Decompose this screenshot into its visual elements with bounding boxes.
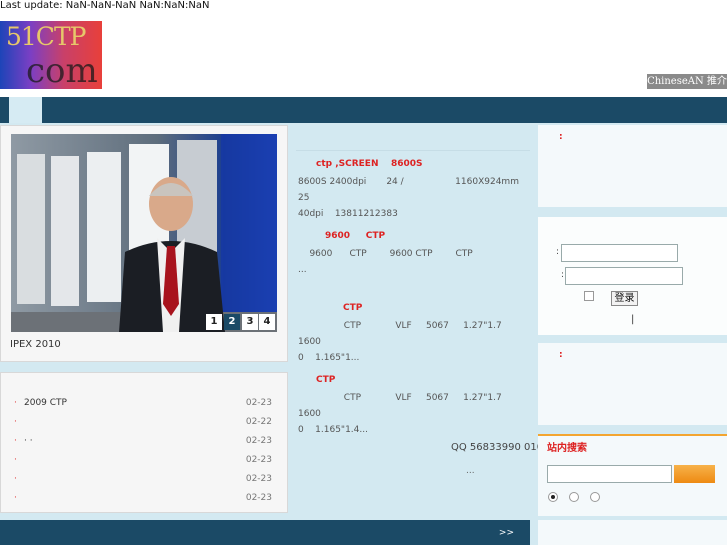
news-item[interactable]: · 2009 CTP 02-23 [14, 398, 272, 414]
language-button[interactable]: ChineseAN 推介 [647, 74, 727, 89]
search-input[interactable] [547, 465, 672, 483]
news-item[interactable]: · 02-22 [14, 417, 272, 433]
slide-page-2[interactable]: 2 [224, 314, 240, 330]
site-logo[interactable]: 51CTP com [0, 21, 102, 89]
panel-label: : [559, 132, 563, 142]
news-date: 02-23 [245, 474, 272, 484]
password-input[interactable] [565, 267, 683, 285]
slide-page-4[interactable]: 4 [259, 314, 275, 330]
more-ellipsis[interactable]: ... [466, 466, 475, 476]
nav-tab-home[interactable] [9, 97, 42, 123]
username-input[interactable] [561, 244, 678, 262]
listing-desc: 8600S 2400dpi 24 / 1160X924mm 25 40dpi 1… [298, 177, 519, 219]
news-item[interactable]: · 02-23 [14, 474, 272, 490]
listing-desc: 9600 CTP 9600 CTP CTP ... [298, 249, 473, 275]
nav-bar [0, 97, 727, 123]
news-date: 02-23 [245, 398, 272, 408]
listing-item[interactable]: CTP CTP VLF 5067 1.27"1.7 1600 0 1.165"1… [298, 375, 534, 435]
listing-desc: CTP VLF 5067 1.27"1.7 1600 0 1.165"1.4..… [298, 393, 502, 435]
search-scope-radio[interactable] [548, 492, 558, 502]
logo-text-top: 51CTP [6, 22, 86, 51]
right-panel-top: : [538, 125, 727, 207]
news-bullet: · [14, 417, 17, 427]
news-date: 02-23 [245, 455, 272, 465]
news-item[interactable]: · 02-23 [14, 493, 272, 509]
news-item[interactable]: · 02-23 [14, 455, 272, 471]
news-bullet: · [14, 474, 17, 484]
listing-title[interactable]: CTP [316, 375, 335, 385]
listing-title[interactable]: CTP [343, 303, 362, 313]
last-update-text: Last update: NaN-NaN-NaN NaN:NaN:NaN [0, 0, 210, 11]
news-date: 02-23 [245, 493, 272, 503]
search-scope-radio[interactable] [590, 492, 600, 502]
listing-title[interactable]: 9600 CTP [325, 231, 385, 241]
slideshow-image[interactable] [11, 134, 277, 332]
logo-text-bottom: com [26, 51, 98, 89]
listing-item[interactable]: ctp ,SCREEN 8600S 8600S 2400dpi 24 / 116… [298, 159, 534, 219]
bottom-bar: >> [0, 520, 530, 545]
password-label: : [561, 270, 565, 280]
listing-item[interactable]: 9600 CTP 9600 CTP 9600 CTP CTP ... [298, 231, 534, 281]
username-label: : [556, 247, 560, 257]
news-item[interactable]: · · · 02-23 [14, 436, 272, 452]
panel-label: : [559, 350, 563, 360]
more-link[interactable]: >> [499, 528, 514, 538]
news-title[interactable]: 2009 CTP [24, 398, 67, 408]
remember-checkbox[interactable] [584, 291, 594, 301]
search-title: 站内搜索 [547, 443, 587, 454]
news-bullet: · [14, 398, 17, 408]
login-button[interactable]: 登录 [611, 291, 638, 306]
slide-page-1[interactable]: 1 [206, 314, 222, 330]
listing-title[interactable]: ctp ,SCREEN 8600S [316, 159, 423, 169]
right-panel-middle: : [538, 343, 727, 425]
news-bullet: · [14, 493, 17, 503]
divider [296, 150, 530, 151]
listing-item[interactable]: CTP CTP VLF 5067 1.27"1.7 1600 0 1.165"1… [298, 303, 534, 363]
slideshow-caption[interactable]: IPEX 2010 [10, 339, 61, 350]
news-date: 02-22 [245, 417, 272, 427]
news-bullet: · [14, 455, 17, 465]
slideshow-photo [11, 134, 277, 332]
news-bullet: · [14, 436, 17, 446]
search-scope-radio[interactable] [569, 492, 579, 502]
login-links-separator: | [631, 314, 635, 325]
news-date: 02-23 [245, 436, 272, 446]
search-button[interactable] [674, 465, 715, 483]
news-title[interactable]: · · [24, 436, 33, 446]
listing-desc: CTP VLF 5067 1.27"1.7 1600 0 1.165"1... [298, 321, 502, 363]
slide-page-3[interactable]: 3 [242, 314, 258, 330]
right-panel-bottom [538, 520, 727, 545]
